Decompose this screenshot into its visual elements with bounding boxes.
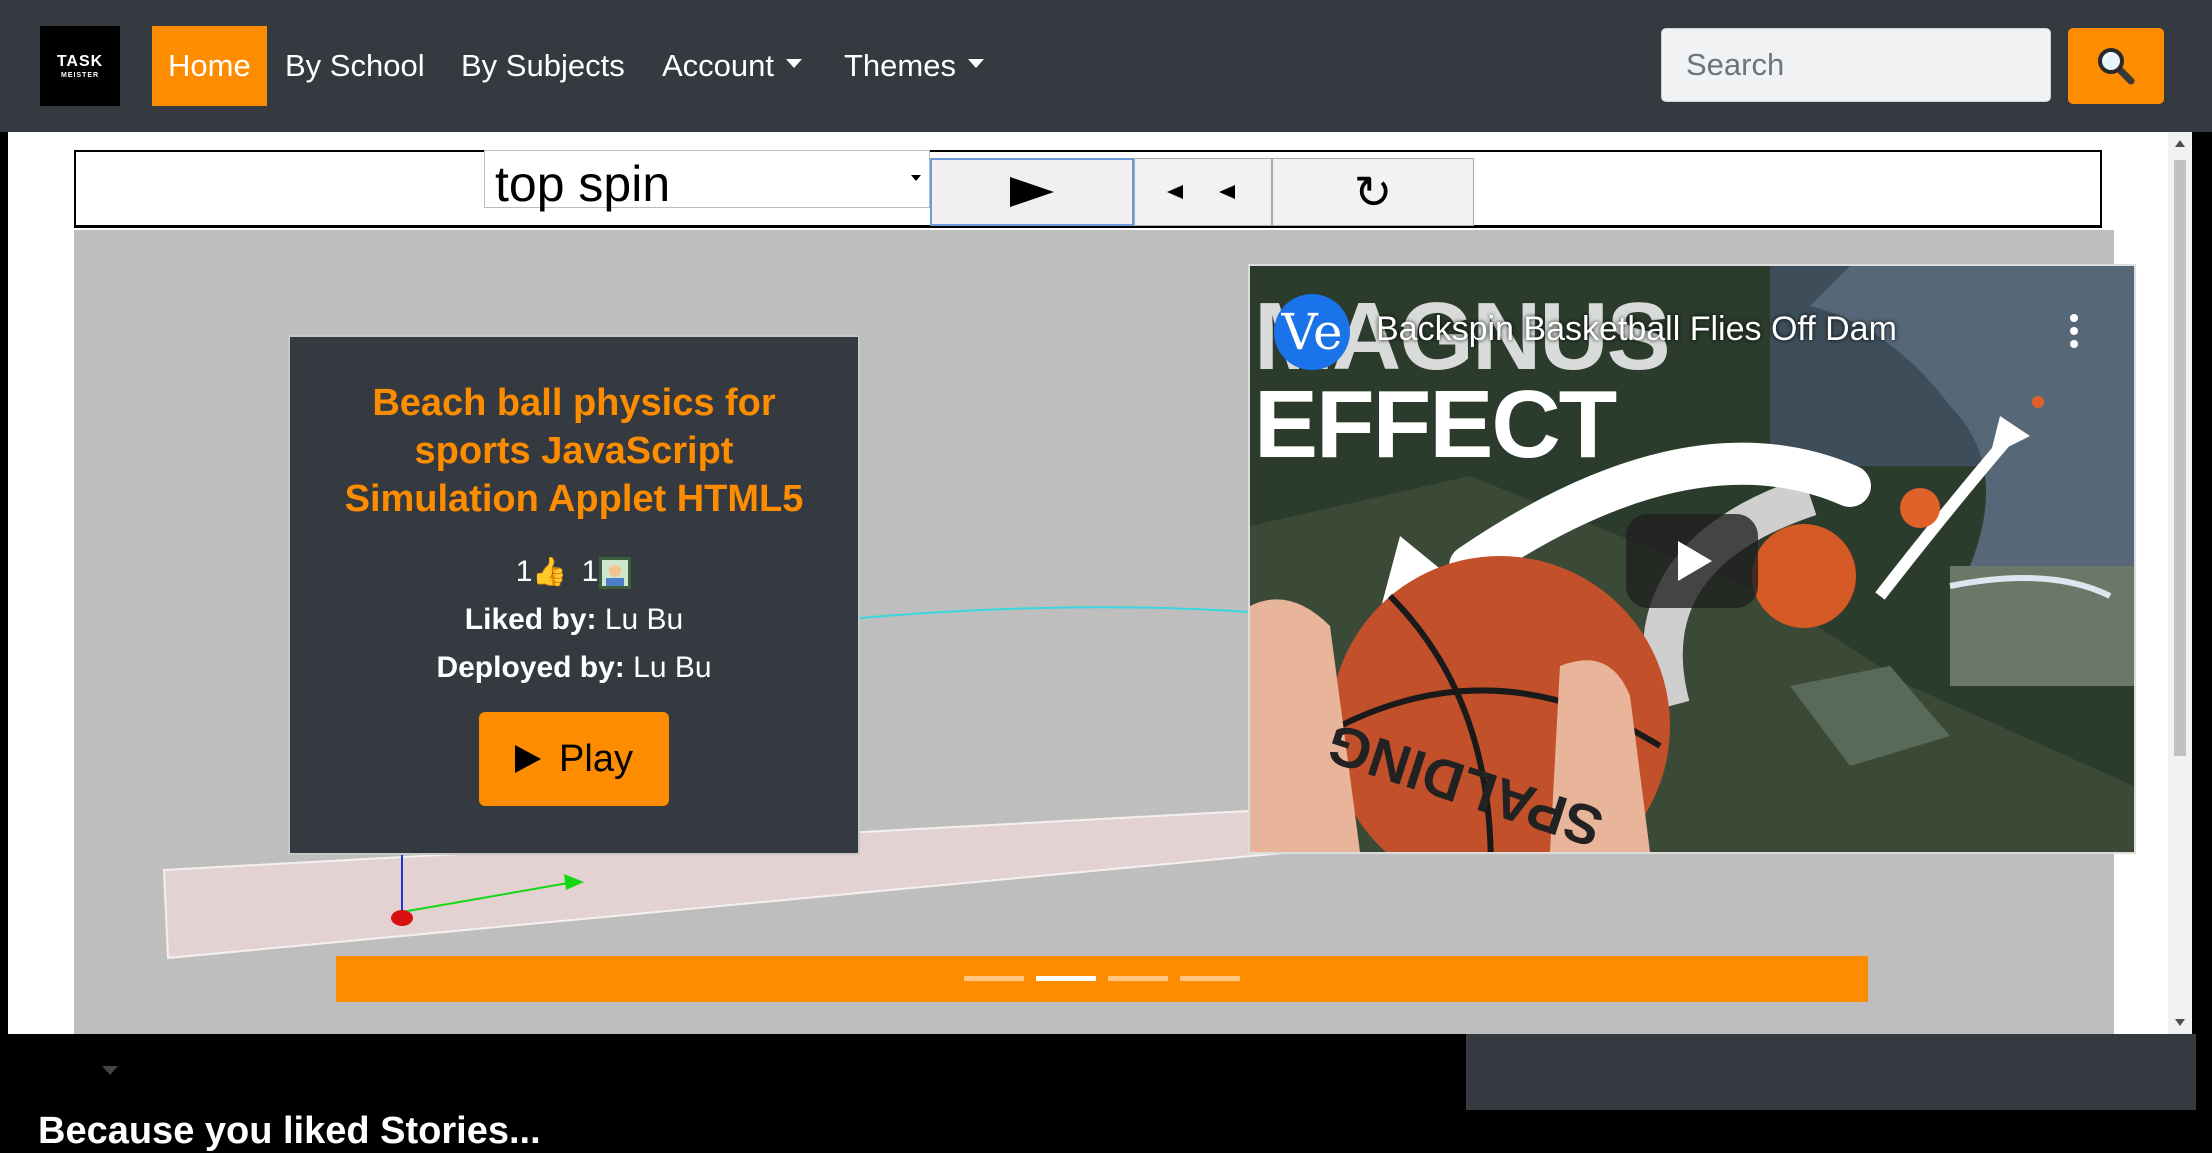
- vertical-scrollbar[interactable]: [2168, 132, 2192, 1034]
- nav-account-dropdown[interactable]: Account: [662, 26, 803, 106]
- nav-themes-label: Themes: [844, 48, 956, 83]
- simulation-reset-button[interactable]: ↻: [1272, 158, 1474, 226]
- spin-type-select[interactable]: top spin: [484, 150, 930, 212]
- video-title[interactable]: Backspin Basketball Flies Off Dam: [1376, 310, 1897, 349]
- liked-by-label: Liked by:: [464, 603, 597, 637]
- nav-by-subjects[interactable]: By Subjects: [461, 26, 625, 106]
- ball-trajectory: [859, 606, 1249, 619]
- play-simulation-button[interactable]: Play: [479, 712, 669, 807]
- deploy-count: 1: [581, 555, 599, 588]
- deployed-by-value[interactable]: Lu Bu: [625, 651, 711, 684]
- spin-type-value: top spin: [495, 156, 671, 212]
- scrollbar-thumb[interactable]: [2174, 160, 2186, 756]
- magnifier-icon: [2098, 48, 2135, 85]
- youtube-play-button[interactable]: [1626, 514, 1758, 608]
- play-icon: [1678, 541, 1712, 581]
- likes-count: 1: [515, 555, 533, 588]
- step-back-icon: [1167, 185, 1235, 199]
- bottom-dark-panel: [1466, 1034, 2196, 1110]
- nav-by-school[interactable]: By School: [285, 26, 425, 106]
- nav-themes-dropdown[interactable]: Themes: [844, 26, 984, 106]
- video-overlay-line2: EFFECT: [1254, 371, 1617, 478]
- top-navbar: TASK MEISTER Home By School By Subjects …: [0, 0, 2212, 132]
- chevron-down-icon[interactable]: [102, 1066, 118, 1075]
- simulation-info-card: Beach ball physics for sports JavaScript…: [288, 335, 860, 855]
- play-icon: [1010, 177, 1054, 207]
- channel-avatar[interactable]: Ve: [1274, 294, 1350, 370]
- card-counts: 1👍 1: [290, 555, 858, 590]
- search-button[interactable]: [2068, 28, 2164, 104]
- carousel-indicator-4[interactable]: [1180, 976, 1240, 981]
- card-title: Beach ball physics for sports JavaScript…: [344, 382, 804, 520]
- search-input[interactable]: [1661, 28, 2051, 102]
- logo-text-top: TASK: [56, 52, 104, 70]
- ball-origin-marker: [391, 910, 413, 926]
- chevron-down-icon: [786, 59, 803, 69]
- carousel-indicator-bar: [336, 956, 1868, 1002]
- more-vert-icon[interactable]: [2070, 314, 2080, 353]
- deployed-by-line: Deployed by: Lu Bu: [290, 650, 858, 686]
- thumbs-up-icon[interactable]: 👍: [532, 556, 567, 587]
- deploy-person-icon[interactable]: [598, 556, 632, 590]
- logo-text-bottom: MEISTER: [60, 71, 100, 79]
- simulation-step-back-button[interactable]: [1134, 158, 1272, 226]
- youtube-video-embed[interactable]: SPALDING MAGNUS EFFECT Ve Backspin Baske…: [1248, 264, 2136, 854]
- nav-account-label: Account: [662, 48, 775, 83]
- play-button-label: Play: [559, 737, 633, 780]
- liked-by-value[interactable]: Lu Bu: [596, 603, 683, 636]
- taskmeister-logo[interactable]: TASK MEISTER: [40, 26, 120, 106]
- simulation-play-button[interactable]: [930, 158, 1134, 226]
- section-heading: Because you liked Stories...: [38, 1110, 541, 1152]
- liked-by-line: Liked by: Lu Bu: [290, 602, 858, 638]
- scroll-down-arrow-icon[interactable]: [2175, 1019, 2185, 1026]
- select-arrow-icon: [911, 175, 921, 181]
- deployed-by-label: Deployed by:: [436, 651, 625, 685]
- play-icon: [515, 745, 542, 774]
- carousel-indicator-1[interactable]: [964, 976, 1024, 981]
- nav-home[interactable]: Home: [152, 26, 267, 106]
- carousel-indicator-3[interactable]: [1108, 976, 1168, 981]
- scroll-up-arrow-icon[interactable]: [2175, 140, 2185, 147]
- chevron-down-icon: [967, 59, 984, 69]
- carousel-indicator-2[interactable]: [1036, 976, 1096, 981]
- reload-icon: ↻: [1353, 166, 1393, 218]
